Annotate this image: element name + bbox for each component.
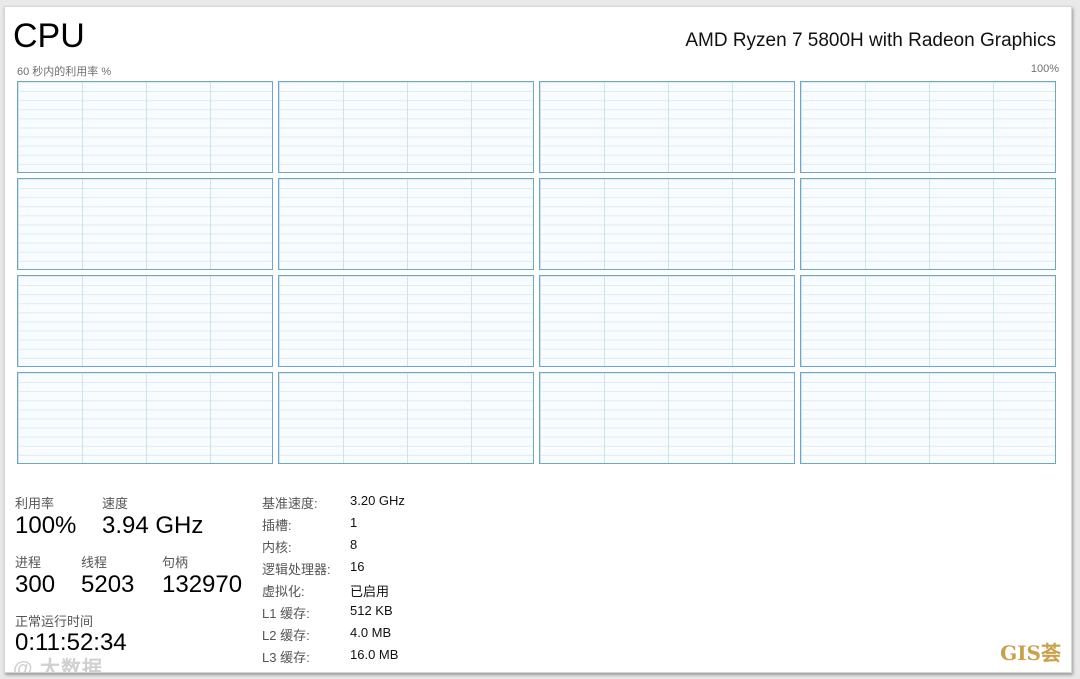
- utilization-value: 100%: [15, 512, 77, 539]
- processes-label: 进程: [15, 555, 42, 570]
- spec-label-base-speed: 基准速度:: [262, 496, 318, 511]
- processes-value: 300: [15, 571, 56, 598]
- core-graph-10[interactable]: [539, 275, 795, 367]
- cpu-performance-panel: CPU AMD Ryzen 7 5800H with Radeon Graphi…: [4, 6, 1072, 673]
- core-graph-3[interactable]: [800, 81, 1056, 173]
- core-graph-7[interactable]: [800, 178, 1056, 270]
- core-graph-1[interactable]: [278, 81, 534, 173]
- spec-value-cores: 8: [350, 537, 358, 552]
- speed-label: 速度: [102, 496, 129, 511]
- handles-label: 句柄: [162, 555, 189, 570]
- core-graph-5[interactable]: [278, 178, 534, 270]
- core-graph-8[interactable]: [17, 275, 273, 367]
- spec-label-cores: 内核:: [262, 540, 292, 555]
- core-graph-15[interactable]: [800, 372, 1056, 464]
- core-graph-2[interactable]: [539, 81, 795, 173]
- spec-value-l3-cache: 16.0 MB: [350, 647, 399, 662]
- core-graph-4[interactable]: [17, 178, 273, 270]
- core-graph-11[interactable]: [800, 275, 1056, 367]
- utilization-label: 利用率: [15, 496, 55, 511]
- core-graph-9[interactable]: [278, 275, 534, 367]
- spec-label-sockets: 插槽:: [262, 518, 292, 533]
- logical-processor-graphs[interactable]: [17, 81, 1056, 464]
- threads-label: 线程: [81, 555, 108, 570]
- watermark-left: @ 大数据: [13, 658, 104, 673]
- handles-value: 132970: [162, 571, 243, 598]
- core-graph-12[interactable]: [17, 372, 273, 464]
- spec-value-sockets: 1: [350, 515, 358, 530]
- threads-value: 5203: [81, 571, 135, 598]
- graph-caption: 60 秒内的利用率 %: [17, 66, 112, 78]
- spec-label-l1-cache: L1 缓存:: [262, 606, 310, 621]
- core-graph-13[interactable]: [278, 372, 534, 464]
- watermark-logo: GIS荟: [1000, 641, 1061, 665]
- speed-value: 3.94 GHz: [102, 512, 204, 539]
- core-graph-0[interactable]: [17, 81, 273, 173]
- core-graph-14[interactable]: [539, 372, 795, 464]
- spec-value-l2-cache: 4.0 MB: [350, 625, 392, 640]
- spec-label-l2-cache: L2 缓存:: [262, 628, 310, 643]
- core-graph-6[interactable]: [539, 178, 795, 270]
- page-title: CPU: [13, 17, 85, 55]
- cpu-model-name: AMD Ryzen 7 5800H with Radeon Graphics: [685, 30, 1056, 51]
- spec-label-virtualization: 虚拟化:: [262, 584, 305, 599]
- spec-value-virtualization: 已启用: [350, 584, 390, 599]
- spec-value-l1-cache: 512 KB: [350, 603, 393, 618]
- graph-max-label: 100%: [1030, 63, 1059, 75]
- spec-value-base-speed: 3.20 GHz: [350, 493, 405, 508]
- uptime-label: 正常运行时间: [15, 614, 94, 629]
- spec-value-logical-processors: 16: [350, 559, 365, 574]
- spec-label-logical-processors: 逻辑处理器:: [262, 562, 331, 577]
- spec-label-l3-cache: L3 缓存:: [262, 650, 310, 665]
